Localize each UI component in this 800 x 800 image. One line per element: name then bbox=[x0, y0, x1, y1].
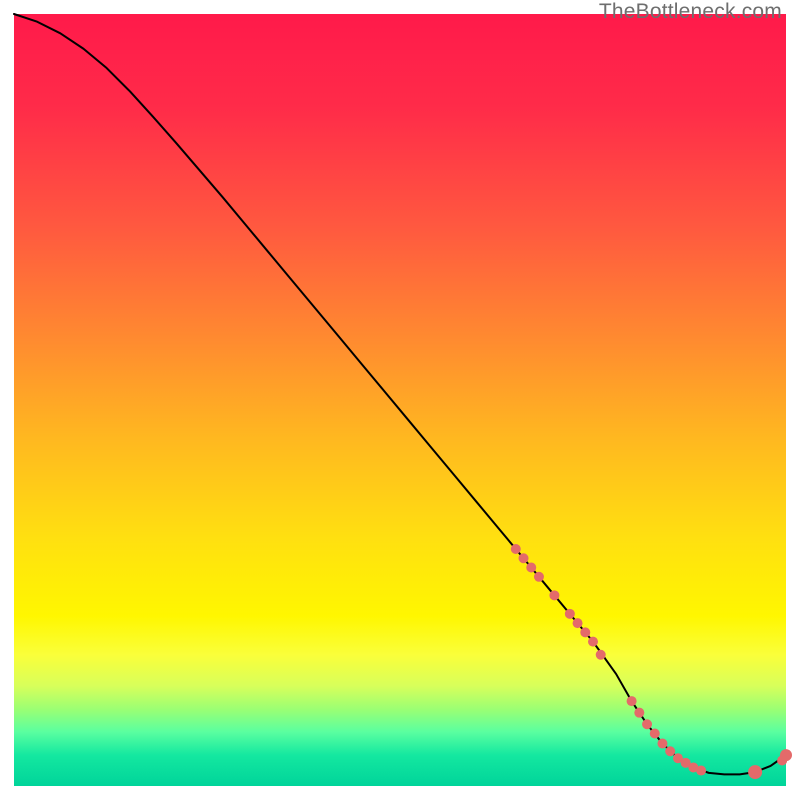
chart-marker bbox=[642, 719, 652, 729]
chart-marker bbox=[526, 563, 536, 573]
chart-marker bbox=[580, 627, 590, 637]
chart-marker bbox=[565, 609, 575, 619]
chart-marker bbox=[596, 650, 606, 660]
chart-marker bbox=[780, 749, 792, 761]
chart-container: TheBottleneck.com bbox=[0, 0, 800, 800]
chart-marker bbox=[534, 572, 544, 582]
chart-marker bbox=[511, 544, 521, 554]
chart-marker bbox=[665, 746, 675, 756]
chart-marker bbox=[588, 637, 598, 647]
chart-marker bbox=[627, 696, 637, 706]
chart-marker bbox=[549, 590, 559, 600]
chart-marker bbox=[657, 739, 667, 749]
chart-plot-layer bbox=[0, 0, 800, 800]
chart-marker bbox=[519, 553, 529, 563]
chart-marker bbox=[650, 729, 660, 739]
chart-marker bbox=[748, 765, 762, 779]
chart-curve bbox=[14, 14, 786, 774]
chart-marker bbox=[696, 766, 706, 776]
chart-markers bbox=[511, 544, 792, 779]
chart-marker bbox=[573, 618, 583, 628]
chart-marker bbox=[634, 708, 644, 718]
